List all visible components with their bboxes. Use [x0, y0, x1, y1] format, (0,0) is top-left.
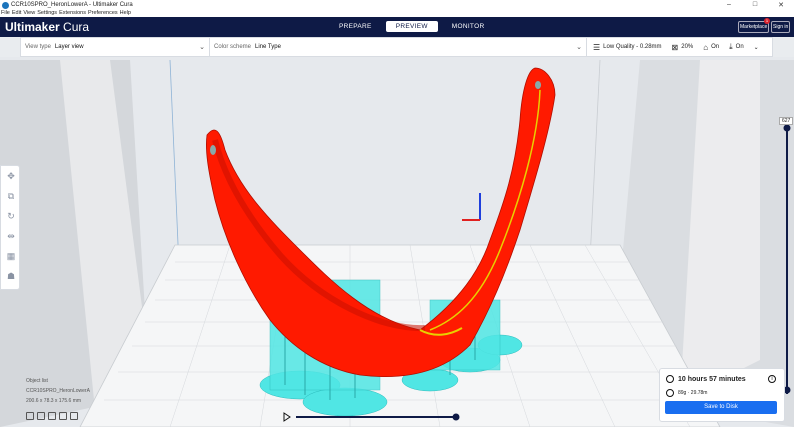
- menu-preferences[interactable]: Preferences: [88, 10, 118, 17]
- material-usage: 89g · 29.78m: [666, 389, 707, 397]
- brand-name: Ultimaker: [5, 20, 60, 34]
- model-hole-right: [535, 81, 541, 89]
- color-scheme-label: Color scheme: [214, 44, 252, 50]
- brand-product: Cura: [63, 20, 90, 34]
- brand-logo: Ultimaker Cura: [5, 20, 89, 34]
- tab-monitor[interactable]: MONITOR: [442, 21, 495, 32]
- support-value: On: [711, 44, 720, 50]
- adhesion-item: ⤓ On: [729, 42, 744, 52]
- simulation-handle[interactable]: [452, 413, 460, 421]
- menu-help[interactable]: Help: [120, 10, 131, 17]
- layer-slider-top-handle[interactable]: [783, 124, 791, 132]
- window-title: CCR10SPRO_HeronLowerA - Ultimaker Cura: [11, 2, 133, 8]
- model-hole-left: [210, 145, 216, 155]
- menu-settings[interactable]: Settings: [37, 10, 57, 17]
- object-name: CCR10SPRO_HeronLowerA: [26, 388, 90, 394]
- menu-file[interactable]: File: [1, 10, 10, 17]
- print-time-value: 10 hours 57 minutes: [678, 375, 746, 383]
- object-list-toggle[interactable]: Object list: [26, 378, 90, 384]
- color-scheme-value: Line Type: [255, 44, 281, 50]
- layer-simulation-bar: [283, 412, 460, 422]
- color-scheme-select[interactable]: Color scheme Line Type ⌄: [210, 38, 587, 56]
- tab-prepare[interactable]: PREPARE: [329, 21, 382, 32]
- layer-number[interactable]: 627: [779, 117, 794, 125]
- window-titlebar: CCR10SPRO_HeronLowerA - Ultimaker Cura –…: [0, 0, 794, 10]
- material-value: 89g · 29.78m: [678, 390, 708, 396]
- chevron-down-icon: ⌄: [753, 44, 759, 51]
- view-left-icon[interactable]: [59, 412, 67, 420]
- view-type-value: Layer view: [54, 44, 84, 50]
- chevron-down-icon: ⌄: [576, 44, 582, 51]
- clock-icon: [666, 375, 674, 383]
- sliders-icon: ☰: [593, 42, 601, 52]
- play-icon[interactable]: [283, 412, 291, 422]
- chevron-down-icon: ⌄: [199, 44, 205, 51]
- object-dimensions: 200.6 x 78.3 x 175.6 mm: [26, 398, 82, 404]
- sign-in-button[interactable]: Sign in: [771, 21, 791, 33]
- menu-edit[interactable]: Edit: [12, 10, 21, 17]
- stage-tabs: PREPARE PREVIEW MONITOR: [327, 21, 496, 32]
- print-settings-button[interactable]: ☰ Low Quality - 0.28mm ⊠ 20% ⌂ On ⤓ On ⌄: [587, 38, 772, 56]
- per-model-settings-icon[interactable]: ▦: [1, 246, 21, 266]
- view-front-icon[interactable]: [37, 412, 45, 420]
- layer-slider[interactable]: [783, 118, 791, 398]
- menu-bar: File Edit View Settings Extensions Prefe…: [0, 10, 794, 17]
- menu-extensions[interactable]: Extensions: [59, 10, 86, 17]
- infill-value: 20%: [681, 44, 694, 50]
- spool-icon: [666, 389, 674, 397]
- adhesion-value: On: [735, 44, 744, 50]
- menu-view[interactable]: View: [23, 10, 35, 17]
- infill-item: ⊠ 20%: [672, 43, 694, 52]
- tab-preview[interactable]: PREVIEW: [385, 21, 438, 32]
- object-info: Object list CCR10SPRO_HeronLowerA 200.6 …: [26, 378, 90, 408]
- adhesion-icon: ⤓: [729, 42, 733, 51]
- notification-badge: 1: [764, 18, 770, 24]
- infill-icon: ⊠: [671, 42, 679, 52]
- print-time: 10 hours 57 minutes: [666, 375, 746, 383]
- quality-item: ☰ Low Quality - 0.28mm: [593, 43, 662, 52]
- camera-view-buttons: [26, 412, 81, 420]
- rotate-icon[interactable]: ↻: [1, 206, 21, 226]
- view-right-icon[interactable]: [70, 412, 78, 420]
- cura-app-icon: [2, 1, 9, 9]
- support-icon: ⌂: [703, 42, 709, 52]
- view-type-select[interactable]: View type Layer view ⌄: [21, 38, 210, 56]
- mirror-icon[interactable]: ⇹: [1, 226, 21, 246]
- support-blocker-icon[interactable]: ☗: [1, 266, 21, 286]
- view-top-icon[interactable]: [48, 412, 56, 420]
- view-type-label: View type: [25, 44, 51, 50]
- left-tool-panel: ✥ ⧉ ↻ ⇹ ▦ ☗: [0, 165, 20, 290]
- print-summary-panel: 10 hours 57 minutes i 89g · 29.78m Save …: [659, 368, 785, 422]
- info-icon[interactable]: i: [768, 375, 776, 383]
- minimize-icon[interactable]: –: [716, 1, 742, 9]
- scale-icon[interactable]: ⧉: [1, 186, 21, 206]
- quality-value: Low Quality - 0.28mm: [603, 44, 662, 50]
- move-icon[interactable]: ✥: [1, 166, 21, 186]
- maximize-icon[interactable]: □: [742, 1, 768, 9]
- save-to-disk-button[interactable]: Save to Disk: [665, 401, 777, 414]
- app-header: Ultimaker Cura PREPARE PREVIEW MONITOR M…: [0, 17, 794, 37]
- support-item: ⌂ On: [703, 43, 719, 52]
- view-3d-icon[interactable]: [26, 412, 34, 420]
- view-toolbar: View type Layer view ⌄ Color scheme Line…: [20, 37, 773, 57]
- close-icon[interactable]: ✕: [768, 1, 794, 9]
